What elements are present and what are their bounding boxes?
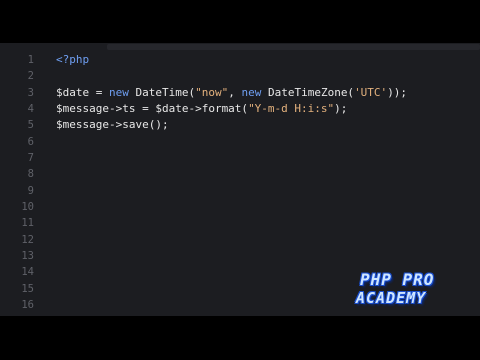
code-line[interactable] [56,199,476,215]
line-number: 7 [27,152,34,165]
line-number: 2 [27,70,34,83]
code-token-default: $date = [56,85,109,99]
line-number: 6 [27,135,34,148]
code-token-keyword: new [241,85,262,99]
code-token-string-d: "Y-m-d H:i:s" [248,102,335,116]
line-number: 4 [27,103,34,116]
line-number: 13 [21,250,34,263]
letterbox-bottom [0,316,480,360]
line-number: 14 [21,266,34,279]
code-line[interactable] [56,150,476,166]
line-number: 5 [27,119,34,132]
code-line[interactable] [56,166,476,182]
horizontal-scrollbar[interactable] [107,44,480,50]
line-number: 3 [27,86,34,99]
code-line[interactable] [56,232,476,248]
code-token-default: $message->save(); [56,118,169,132]
line-number: 9 [27,184,34,197]
line-number-gutter: 1234567891011121314151617 [0,52,42,316]
code-token-default: DateTimeZone( [261,85,355,99]
code-line[interactable] [56,215,476,231]
code-token-default: ); [334,102,348,116]
code-token-default: )); [387,85,408,99]
code-token-default: $message->ts = $date->format( [56,102,249,116]
line-number: 12 [21,233,34,246]
line-number: 15 [21,282,34,295]
code-token-keyword: new [108,85,129,99]
logo-line-1: PHP PRO [360,270,435,289]
code-line[interactable] [56,134,476,150]
code-token-string-s: 'UTC' [354,85,388,99]
code-token-default: , [228,85,242,99]
code-line[interactable]: $date = new DateTime("now", new DateTime… [56,85,476,101]
letterbox-top [0,0,480,43]
logo-line-2: ACADEMY [356,289,427,307]
line-number: 8 [27,168,34,181]
code-line[interactable]: $message->save(); [56,117,476,133]
line-number: 16 [21,299,34,312]
code-line[interactable] [56,183,476,199]
line-number: 10 [21,201,34,214]
code-token-tag: <?php [56,53,90,66]
php-pro-academy-logo: PHP PRO ACADEMY [356,271,466,311]
code-line[interactable] [56,248,476,264]
code-line[interactable]: <?php [56,52,476,68]
code-line[interactable]: $message->ts = $date->format("Y-m-d H:i:… [56,101,476,117]
code-line[interactable] [56,68,476,84]
code-token-string-d: "now" [195,85,229,99]
line-number: 1 [27,54,34,66]
video-frame: 1234567891011121314151617 <?php $date = … [0,0,480,360]
code-token-default: DateTime( [128,85,196,99]
line-number: 11 [21,217,34,230]
editor-tab-bar [0,43,480,52]
